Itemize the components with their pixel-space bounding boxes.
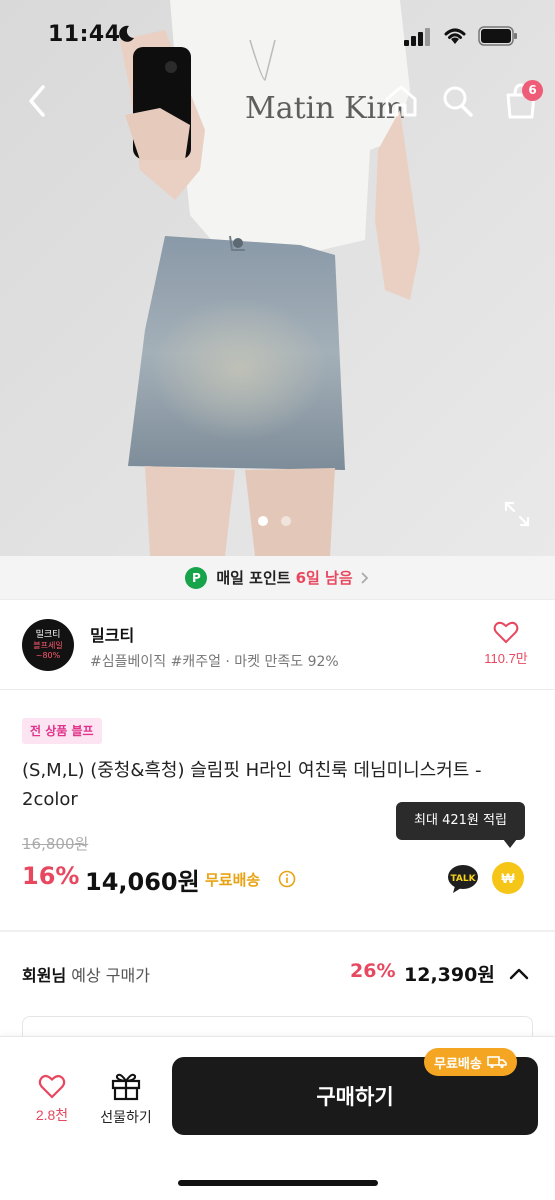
member-discount-rate: 26%: [350, 960, 396, 982]
original-price: 16,800원: [22, 835, 89, 853]
info-icon[interactable]: [278, 870, 296, 888]
reward-tooltip: 최대 421원 적립: [396, 802, 525, 840]
battery-icon: [478, 26, 517, 46]
member-label-bold: 회원님: [22, 966, 67, 985]
talk-icon: TALK: [448, 865, 478, 893]
member-price: 12,390원: [404, 964, 495, 986]
product-image[interactable]: Matin Kim 11:44 6: [0, 0, 555, 556]
sale-tag: 전 상품 블프: [22, 718, 102, 744]
truck-icon: [487, 1056, 507, 1069]
back-button[interactable]: [20, 82, 56, 122]
status-time: 11:44: [48, 22, 121, 47]
heart-icon: [493, 621, 519, 644]
kakao-talk-share-button[interactable]: TALK: [447, 864, 479, 894]
bottom-action-bar: 2.8천 선물하기 구매하기 무료배송: [0, 1036, 555, 1200]
like-button[interactable]: 2.8천: [26, 1073, 78, 1129]
talk-label: TALK: [450, 874, 476, 884]
pager-dot[interactable]: [281, 516, 291, 526]
shop-logo-name: 밀크티: [35, 629, 61, 640]
sale-price: 14,060원: [85, 868, 200, 896]
daily-points-banner[interactable]: P 매일 포인트 6일 남음: [0, 556, 555, 600]
shop-info-row[interactable]: 밀크티 블프세일 ~80% 밀크티 #심플베이직 #캐주얼 · 마켓 만족도 9…: [0, 600, 555, 690]
points-label: 매일 포인트: [216, 569, 291, 587]
shop-tags: #심플베이직 #캐주얼 · 마켓 만족도 92%: [90, 654, 339, 670]
points-icon: P: [185, 566, 208, 589]
heart-icon: [38, 1075, 66, 1099]
status-bar: 11:44: [0, 0, 555, 72]
points-days-left: 6일 남음: [295, 569, 353, 587]
shop-logo[interactable]: 밀크티 블프세일 ~80%: [22, 619, 74, 671]
shop-name[interactable]: 밀크티: [90, 622, 134, 646]
section-divider: [0, 930, 555, 932]
search-button[interactable]: [440, 82, 476, 122]
back-icon: [29, 84, 45, 117]
reward-button[interactable]: ₩: [492, 862, 524, 894]
cart-count-badge: 6: [522, 80, 543, 101]
free-shipping-label: 무료배송: [205, 871, 261, 889]
tooltip-arrow: [503, 839, 517, 848]
free-shipping-badge-label: 무료배송: [434, 1056, 482, 1072]
like-count: 2.8천: [35, 1107, 69, 1123]
home-button[interactable]: [382, 82, 420, 122]
gift-button[interactable]: 선물하기: [90, 1071, 162, 1129]
svg-text:Matin Kim: Matin Kim: [245, 91, 405, 126]
signal-icon: [404, 28, 430, 46]
member-label-rest: 예상 구매가: [66, 966, 150, 985]
chevron-up-icon: [509, 968, 529, 980]
expand-icon: [504, 501, 530, 527]
chevron-right-icon: [361, 571, 368, 584]
moon-icon: [119, 25, 134, 42]
search-icon: [443, 86, 473, 117]
wifi-icon: [444, 28, 466, 44]
discount-rate: 16%: [22, 862, 80, 890]
pager-dot[interactable]: [258, 516, 268, 526]
expand-button[interactable]: [502, 500, 532, 530]
shop-favorite-count: 110.7만: [484, 651, 528, 666]
image-pager[interactable]: [258, 516, 291, 526]
shop-logo-percent: ~80%: [35, 650, 61, 660]
shop-favorite-button[interactable]: 110.7만: [470, 620, 542, 672]
home-icon: [385, 85, 417, 116]
member-price-label: 회원님 예상 구매가: [22, 962, 150, 986]
shop-logo-sale: 블프세일: [33, 640, 63, 650]
gift-icon: [111, 1073, 141, 1101]
home-indicator: [178, 1180, 378, 1186]
gift-label: 선물하기: [100, 1109, 152, 1125]
member-price-toggle[interactable]: [506, 962, 532, 988]
free-shipping-badge: 무료배송: [424, 1048, 517, 1076]
